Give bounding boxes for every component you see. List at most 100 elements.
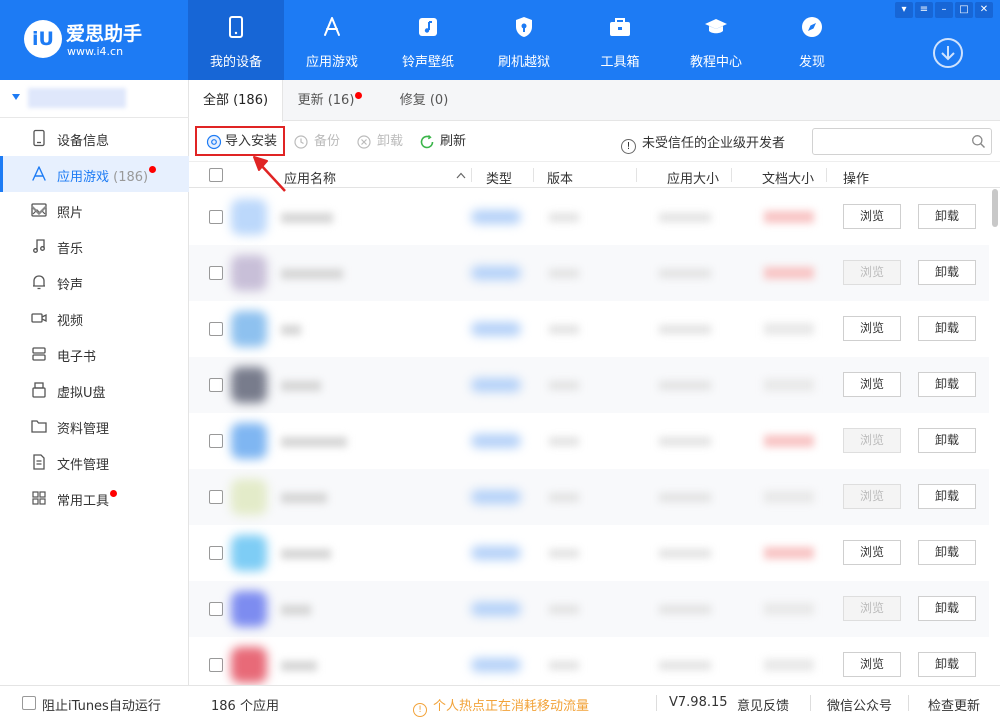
table-row[interactable]: 浏览 卸载 bbox=[189, 469, 989, 525]
app-type-redacted bbox=[471, 210, 521, 224]
tab-repair[interactable]: 修复 (0) bbox=[377, 80, 471, 121]
chevron-down-icon[interactable] bbox=[30, 201, 48, 219]
column-doc-size[interactable]: 文档大小 bbox=[762, 168, 814, 187]
browse-button[interactable]: 浏览 bbox=[843, 428, 901, 453]
row-checkbox[interactable] bbox=[209, 546, 223, 560]
browse-button[interactable]: 浏览 bbox=[843, 316, 901, 341]
row-uninstall-button[interactable]: 卸载 bbox=[918, 204, 976, 229]
nav-tutorials[interactable]: 教程中心 bbox=[668, 0, 764, 80]
browse-button[interactable]: 浏览 bbox=[843, 204, 901, 229]
row-checkbox[interactable] bbox=[209, 658, 223, 672]
nav-toolbox[interactable]: 工具箱 bbox=[572, 0, 668, 80]
sidebar-item-ringtones[interactable]: 铃声 bbox=[0, 264, 189, 300]
table-row[interactable]: 浏览 卸载 bbox=[189, 357, 989, 413]
sidebar-item-photos[interactable]: 照片 bbox=[0, 192, 189, 228]
row-checkbox[interactable] bbox=[209, 210, 223, 224]
row-uninstall-button[interactable]: 卸载 bbox=[918, 316, 976, 341]
row-uninstall-button[interactable]: 卸载 bbox=[918, 372, 976, 397]
sidebar-item-file-management[interactable]: 文件管理 bbox=[0, 444, 189, 480]
column-app-size[interactable]: 应用大小 bbox=[667, 168, 719, 187]
table-row[interactable]: 浏览 卸载 bbox=[189, 581, 989, 637]
menu-icon[interactable]: ≡ bbox=[915, 2, 933, 18]
row-uninstall-button[interactable]: 卸载 bbox=[918, 652, 976, 677]
device-info-icon bbox=[33, 129, 45, 147]
import-install-button[interactable]: 导入安装 bbox=[195, 126, 285, 156]
refresh-button[interactable]: 刷新 bbox=[419, 128, 469, 156]
nav-apps-games[interactable]: 应用游戏 bbox=[284, 0, 380, 80]
collapse-arrow-icon[interactable] bbox=[12, 94, 20, 100]
browse-button[interactable]: 浏览 bbox=[843, 652, 901, 677]
table-row[interactable]: 浏览 卸载 bbox=[189, 525, 989, 581]
wechat-link[interactable]: 微信公众号 bbox=[827, 695, 892, 714]
sidebar-item-videos[interactable]: 视频 bbox=[0, 300, 189, 336]
sidebar-item-common-tools[interactable]: 常用工具 bbox=[0, 480, 189, 516]
table-row[interactable]: 浏览 卸载 bbox=[189, 189, 989, 245]
brand-logo[interactable]: iU 爱思助手 www.i4.cn bbox=[24, 16, 174, 62]
row-checkbox[interactable] bbox=[209, 434, 223, 448]
backup-button[interactable]: 备份 bbox=[293, 128, 341, 156]
search-input[interactable] bbox=[819, 132, 964, 151]
table-row[interactable]: 浏览 卸载 bbox=[189, 301, 989, 357]
app-version-redacted bbox=[549, 605, 579, 614]
app-icon-redacted bbox=[231, 311, 267, 347]
browse-button[interactable]: 浏览 bbox=[843, 484, 901, 509]
browse-button[interactable]: 浏览 bbox=[843, 372, 901, 397]
check-update-link[interactable]: 检查更新 bbox=[928, 695, 980, 714]
sidebar-item-virtual-usb[interactable]: 虚拟U盘 bbox=[0, 372, 189, 408]
sidebar-item-label: 视频 bbox=[57, 314, 84, 329]
row-uninstall-button[interactable]: 卸载 bbox=[918, 484, 976, 509]
sidebar-item-data-management[interactable]: 资料管理 bbox=[0, 408, 189, 444]
maximize-icon[interactable]: □ bbox=[955, 2, 973, 18]
column-type[interactable]: 类型 bbox=[486, 168, 512, 187]
row-uninstall-button[interactable]: 卸载 bbox=[918, 540, 976, 565]
row-checkbox[interactable] bbox=[209, 378, 223, 392]
row-checkbox[interactable] bbox=[209, 322, 223, 336]
block-itunes-label[interactable]: 阻止iTunes自动运行 bbox=[42, 695, 161, 714]
browse-button[interactable]: 浏览 bbox=[843, 540, 901, 565]
app-version-redacted bbox=[549, 661, 579, 670]
feedback-link[interactable]: 意见反馈 bbox=[737, 695, 789, 714]
sidebar-item-music[interactable]: 音乐 bbox=[0, 228, 189, 264]
tab-all[interactable]: 全部 (186) bbox=[189, 80, 283, 122]
app-icon-redacted bbox=[231, 367, 267, 403]
browse-button[interactable]: 浏览 bbox=[843, 260, 901, 285]
toolbar: 导入安装 备份 卸载 刷新 ! 未受信任的企业级开发者 bbox=[189, 121, 1000, 161]
row-checkbox[interactable] bbox=[209, 490, 223, 504]
nav-my-device[interactable]: 我的设备 bbox=[188, 0, 284, 80]
download-manager-icon[interactable] bbox=[932, 37, 964, 69]
row-uninstall-button[interactable]: 卸载 bbox=[918, 428, 976, 453]
search-icon[interactable] bbox=[971, 134, 986, 149]
app-icon-redacted bbox=[231, 647, 267, 683]
nav-discover[interactable]: 发现 bbox=[764, 0, 860, 80]
search-box[interactable] bbox=[812, 128, 992, 155]
device-selector[interactable] bbox=[0, 80, 189, 118]
sidebar-item-device-info[interactable]: 设备信息 bbox=[0, 120, 189, 156]
column-app-name[interactable]: 应用名称 bbox=[284, 168, 336, 187]
sidebar-item-ebooks[interactable]: 电子书 bbox=[0, 336, 189, 372]
browse-button[interactable]: 浏览 bbox=[843, 596, 901, 621]
close-icon[interactable]: ✕ bbox=[975, 2, 993, 18]
table-row[interactable]: 浏览 卸载 bbox=[189, 413, 989, 469]
row-uninstall-button[interactable]: 卸载 bbox=[918, 260, 976, 285]
block-itunes-checkbox[interactable] bbox=[22, 696, 36, 710]
nav-flash-jailbreak[interactable]: 刷机越狱 bbox=[476, 0, 572, 80]
column-version[interactable]: 版本 bbox=[547, 168, 573, 187]
row-uninstall-button[interactable]: 卸载 bbox=[918, 596, 976, 621]
row-checkbox[interactable] bbox=[209, 602, 223, 616]
select-all-checkbox[interactable] bbox=[209, 168, 223, 182]
row-checkbox[interactable] bbox=[209, 266, 223, 280]
skin-icon[interactable]: ▾ bbox=[895, 2, 913, 18]
sidebar-item-apps-games[interactable]: 应用游戏 (186) bbox=[0, 156, 189, 192]
sort-ascending-icon[interactable] bbox=[456, 172, 466, 179]
uninstall-button[interactable]: 卸载 bbox=[356, 128, 404, 156]
minimize-icon[interactable]: – bbox=[935, 2, 953, 18]
tab-updates[interactable]: 更新 (16) bbox=[283, 80, 377, 121]
jailbreak-icon bbox=[516, 17, 532, 37]
table-row[interactable]: 浏览 卸载 bbox=[189, 637, 989, 685]
table-row[interactable]: 浏览 卸载 bbox=[189, 245, 989, 301]
app-name-redacted bbox=[281, 325, 301, 335]
vertical-scrollbar[interactable] bbox=[991, 189, 1000, 685]
nav-ringtones-wallpapers[interactable]: 铃声壁纸 bbox=[380, 0, 476, 80]
scrollbar-thumb[interactable] bbox=[992, 189, 998, 227]
untrusted-developer-link[interactable]: ! 未受信任的企业级开发者 bbox=[621, 132, 785, 154]
